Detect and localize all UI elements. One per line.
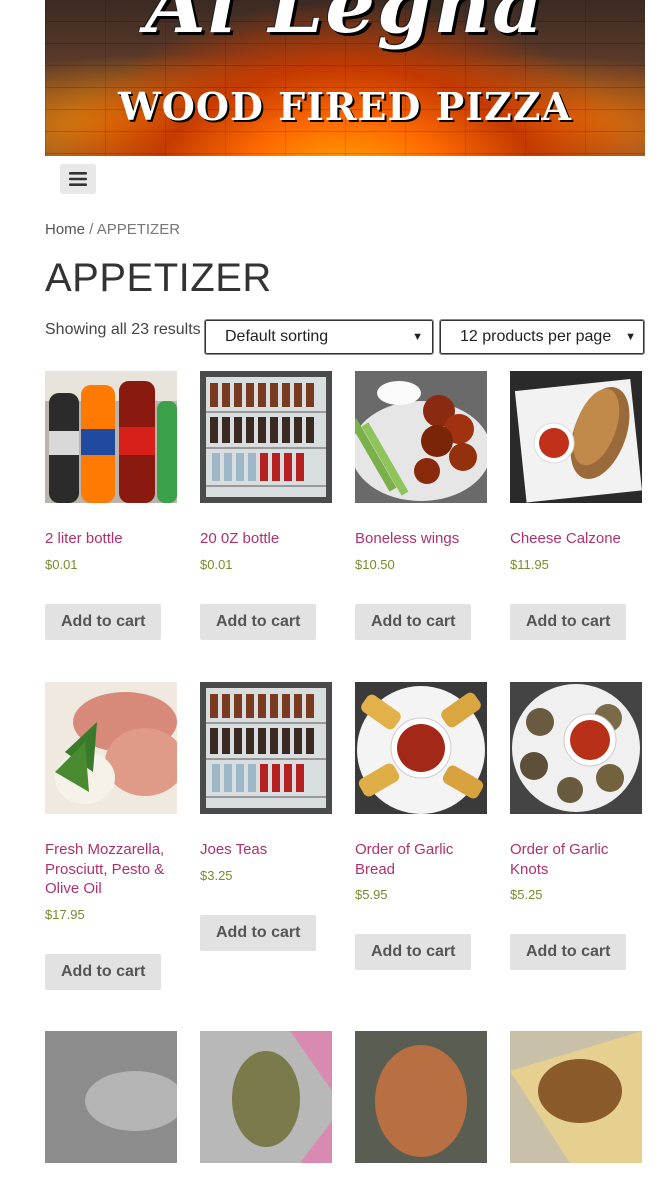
product-card: Cheese Calzone $11.95 Add to cart	[510, 371, 643, 640]
chevron-down-icon: ▼	[412, 331, 423, 343]
product-image[interactable]	[45, 682, 177, 814]
product-card	[355, 1031, 488, 1163]
product-image[interactable]	[510, 371, 642, 503]
product-price: $17.95	[45, 906, 85, 922]
per-page-select-value: 12 products per page	[460, 328, 612, 345]
product-card	[45, 1031, 178, 1163]
product-image[interactable]	[510, 682, 642, 814]
add-to-cart-button[interactable]: Add to cart	[200, 603, 317, 640]
product-price: $0.01	[45, 556, 78, 572]
product-name-link[interactable]: Order of Garlic Knots	[510, 840, 643, 879]
breadcrumb-separator: /	[85, 221, 97, 238]
add-to-cart-button[interactable]: Add to cart	[45, 953, 162, 990]
product-name-link[interactable]: 2 liter bottle	[45, 529, 178, 549]
logo-subtitle: WOOD FIRED PIZZA	[118, 84, 572, 129]
add-to-cart-button[interactable]: Add to cart	[200, 914, 317, 951]
result-count: Showing all 23 results	[45, 321, 201, 338]
product-name-link[interactable]: Fresh Mozzarella, Prosciutt, Pesto & Oli…	[45, 840, 178, 899]
menu-toggle-button[interactable]	[60, 164, 96, 194]
breadcrumb-current: APPETIZER	[96, 221, 181, 238]
per-page-select[interactable]: 12 products per page ▼	[439, 319, 645, 355]
product-name-link[interactable]: Boneless wings	[355, 529, 488, 549]
add-to-cart-button[interactable]: Add to cart	[510, 603, 627, 640]
product-card: Order of Garlic Bread $5.95 Add to cart	[355, 682, 488, 970]
product-price: $11.95	[510, 556, 549, 572]
product-card	[510, 1031, 643, 1163]
logo-script: Al Legna	[145, 0, 545, 51]
product-card: 20 0Z bottle $0.01 Add to cart	[200, 371, 333, 640]
add-to-cart-button[interactable]: Add to cart	[355, 934, 472, 970]
add-to-cart-button[interactable]: Add to cart	[355, 603, 472, 640]
breadcrumb: Home / APPETIZER	[45, 221, 180, 238]
product-name-link[interactable]: Order of Garlic Bread	[355, 840, 488, 879]
sorting-select-value: Default sorting	[225, 328, 329, 345]
product-price: $3.25	[200, 867, 233, 883]
product-card	[200, 1031, 333, 1163]
product-card: 2 liter bottle $0.01 Add to cart	[45, 371, 178, 640]
product-image[interactable]	[200, 371, 332, 503]
product-name-link[interactable]: 20 0Z bottle	[200, 529, 333, 549]
page-title: APPETIZER	[45, 256, 272, 300]
hamburger-menu-icon	[69, 172, 87, 186]
product-image[interactable]	[45, 371, 177, 503]
sorting-select[interactable]: Default sorting ▼	[204, 319, 434, 355]
product-image[interactable]	[355, 1031, 487, 1163]
product-price: $5.25	[510, 887, 543, 902]
product-image[interactable]	[355, 682, 487, 814]
product-card: Fresh Mozzarella, Prosciutt, Pesto & Oli…	[45, 682, 178, 990]
product-card: Order of Garlic Knots $5.25 Add to cart	[510, 682, 643, 970]
product-price: $5.95	[355, 887, 388, 902]
product-card: Boneless wings $10.50 Add to cart	[355, 371, 488, 640]
product-image[interactable]	[200, 1031, 332, 1163]
add-to-cart-button[interactable]: Add to cart	[45, 603, 162, 640]
add-to-cart-button[interactable]: Add to cart	[510, 934, 627, 970]
product-price: $0.01	[200, 556, 233, 572]
product-name-link[interactable]: Cheese Calzone	[510, 529, 643, 549]
product-name-link[interactable]: Joes Teas	[200, 840, 333, 860]
product-price: $10.50	[355, 556, 395, 572]
product-card: Joes Teas $3.25 Add to cart	[200, 682, 333, 951]
product-image[interactable]	[355, 371, 487, 503]
breadcrumb-home-link[interactable]: Home	[45, 221, 85, 238]
product-image[interactable]	[200, 682, 332, 814]
site-banner[interactable]: Al Legna WOOD FIRED PIZZA	[45, 0, 645, 156]
chevron-down-icon: ▼	[625, 331, 636, 343]
product-image[interactable]	[45, 1031, 177, 1163]
product-image[interactable]	[510, 1031, 642, 1163]
